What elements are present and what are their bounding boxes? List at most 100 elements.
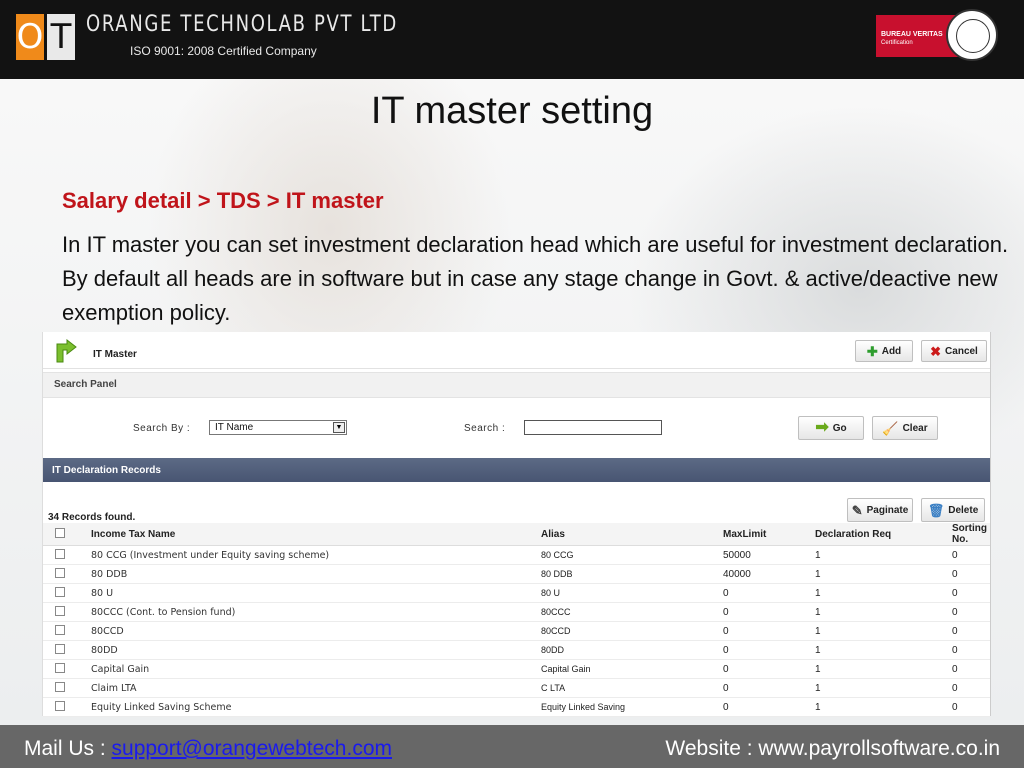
cell-sorting-no: 0 [948, 640, 990, 660]
mail-label: Mail Us : [24, 737, 112, 760]
table-row[interactable]: 80 U 80 U010 [43, 583, 990, 603]
search-by-label: Search By : [133, 423, 191, 434]
cell-declaration-req: 1 [811, 545, 948, 565]
cell-income-tax-name: 80DD [87, 640, 537, 660]
col-income-tax-name[interactable]: Income Tax Name [87, 523, 537, 546]
row-checkbox-cell [43, 640, 87, 660]
chevron-down-icon[interactable]: ▼ [333, 422, 345, 433]
cell-sorting-no: 0 [948, 621, 990, 641]
cell-alias: 80 U [537, 583, 719, 603]
search-input[interactable] [524, 420, 662, 435]
iso-text: ISO 9001: 2008 Certified Company [130, 44, 317, 58]
search-label: Search : [464, 423, 506, 434]
table-row[interactable]: 80CCD 80CCD 0 1 0 [43, 621, 990, 641]
select-all-cell [43, 523, 87, 546]
logo-o: O [16, 14, 44, 60]
table-row[interactable]: 80 CCG (Investment under Equity saving s… [43, 545, 990, 565]
cell-declaration-req: 1 [811, 602, 948, 622]
cell-alias: 80CCC [537, 602, 719, 622]
cell-alias: 80 CCG [537, 545, 719, 565]
cell-declaration-req: 1 [811, 564, 948, 584]
row-checkbox[interactable] [55, 605, 65, 616]
cell-income-tax-name: 80CCC (Cont. to Pension fund) [87, 602, 537, 622]
row-checkbox-cell [43, 602, 87, 622]
cell-declaration-req: 1 [811, 640, 948, 660]
row-checkbox[interactable] [55, 643, 65, 654]
search-panel-header: Search Panel [43, 372, 990, 398]
app-title: IT Master [93, 349, 137, 360]
paginate-button[interactable]: ✎ Paginate [847, 498, 913, 522]
records-header: IT Declaration Records [43, 458, 990, 482]
row-checkbox[interactable] [55, 586, 65, 597]
table-row[interactable]: Equity Linked Saving Scheme Equity Linked… [43, 697, 990, 717]
cancel-button[interactable]: ✖ Cancel [921, 340, 987, 362]
search-by-select[interactable]: IT Name ▼ [209, 420, 347, 435]
go-button[interactable]: ➡ Go [798, 416, 864, 440]
cell-alias: 80DD [537, 640, 719, 660]
plus-icon: ✚ [866, 343, 878, 359]
company-logo: O T [16, 14, 75, 62]
cell-alias: C LTA [537, 678, 719, 698]
delete-button[interactable]: 🗑 Delete [921, 498, 985, 522]
logo-t: T [47, 14, 75, 60]
clear-button[interactable]: 🧹 Clear [872, 416, 938, 440]
footer: Mail Us : support@orangewebtech.com Webs… [0, 725, 1024, 768]
cell-sorting-no: 0 [948, 564, 990, 584]
cell-sorting-no: 0 [948, 697, 990, 717]
cell-income-tax-name: 80 U [87, 583, 537, 603]
go-arrow-icon: ➡ [815, 419, 829, 436]
cell-maxlimit: 50000 [719, 545, 811, 565]
table-row[interactable]: Capital Gain Capital Gain 0 1 0 [43, 659, 990, 679]
add-label: Add [881, 345, 902, 357]
cell-sorting-no: 0 [948, 545, 990, 565]
cell-income-tax-name: 80 CCG (Investment under Equity saving s… [87, 545, 537, 565]
cell-declaration-req: 1 [811, 621, 948, 641]
search-by-value: IT Name [215, 422, 254, 433]
paginate-label: Paginate [866, 504, 909, 516]
broom-icon: 🧹 [882, 420, 899, 436]
description-paragraph: In IT master you can set investment decl… [62, 232, 1009, 325]
cell-maxlimit: 40000 [719, 564, 811, 584]
row-checkbox[interactable] [55, 548, 65, 559]
cell-maxlimit: 0 [719, 678, 811, 698]
delete-label: Delete [948, 504, 979, 516]
table-row[interactable]: Claim LTA C LTA 0 1 0 [43, 678, 990, 698]
cell-sorting-no: 0 [948, 583, 990, 603]
col-sorting-no[interactable]: Sorting No. [948, 523, 990, 546]
support-email-link[interactable]: support@orangewebtech.com [112, 737, 392, 760]
cell-declaration-req: 1 [811, 678, 948, 698]
add-button[interactable]: ✚ Add [855, 340, 913, 362]
col-alias[interactable]: Alias [537, 523, 719, 546]
col-declaration-req[interactable]: Declaration Req [811, 523, 948, 546]
cell-declaration-req: 1 [811, 697, 948, 717]
header: O T ORANGE TECHNOLAB PVT LTD ISO 9001: 2… [0, 0, 1024, 79]
row-checkbox[interactable] [55, 624, 65, 635]
bureau-veritas-seal-icon [946, 9, 998, 61]
table-header-row: Income Tax Name Alias MaxLimit Declarati… [43, 523, 990, 546]
cell-maxlimit: 0 [719, 697, 811, 717]
cert-line1: BUREAU VERITAS [881, 31, 943, 38]
cell-maxlimit: 0 [719, 659, 811, 679]
app-toolbar: IT Master ✚ Add ✖ Cancel [43, 332, 990, 369]
close-icon: ✖ [930, 343, 942, 359]
cert-line2: Certification [881, 40, 913, 46]
row-checkbox[interactable] [55, 700, 65, 711]
go-label: Go [832, 422, 847, 434]
row-checkbox[interactable] [55, 567, 65, 578]
row-checkbox[interactable] [55, 681, 65, 692]
row-checkbox-cell [43, 697, 87, 717]
records-table: Income Tax Name Alias MaxLimit Declarati… [43, 523, 990, 717]
cell-alias: Capital Gain [537, 659, 719, 679]
row-checkbox-cell [43, 678, 87, 698]
select-all-checkbox[interactable] [55, 527, 65, 538]
edit-icon: ✎ [851, 502, 863, 518]
table-row[interactable]: 80DD 80DD 0 1 0 [43, 640, 990, 660]
cell-sorting-no: 0 [948, 678, 990, 698]
col-maxlimit[interactable]: MaxLimit [719, 523, 811, 546]
table-row[interactable]: 80 DDB 80 DDB 40000 1 0 [43, 564, 990, 584]
table-row[interactable]: 80CCC (Cont. to Pension fund) 80CCC 0 1 0 [43, 602, 990, 622]
breadcrumb: Salary detail > TDS > IT master [62, 188, 384, 213]
cell-income-tax-name: Equity Linked Saving Scheme [87, 697, 537, 717]
row-checkbox[interactable] [55, 662, 65, 673]
cell-declaration-req: 1 [811, 583, 948, 603]
